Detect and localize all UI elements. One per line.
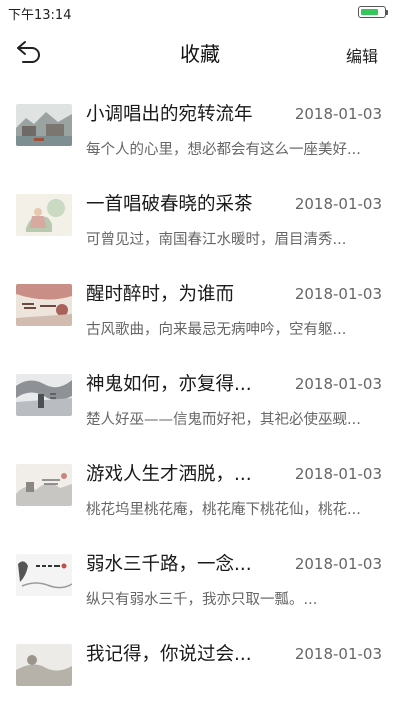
battery-cap <box>386 10 388 15</box>
item-date: 2018-01-03 <box>294 555 382 573</box>
item-title: 神鬼如何，亦复得... <box>86 374 252 395</box>
thumbnail-image <box>16 644 72 686</box>
item-description: 桃花坞里桃花庵，桃花庵下桃花仙，桃花... <box>86 502 361 518</box>
status-bar: 下午13:14 <box>0 0 400 24</box>
list-item[interactable]: 小调唱出的宛转流年 2018-01-03 每个人的心里，想必都会有这么一座美好.… <box>0 84 400 174</box>
battery-icon <box>358 6 386 18</box>
item-date: 2018-01-03 <box>294 105 382 123</box>
item-title: 小调唱出的宛转流年 <box>86 104 253 125</box>
item-date: 2018-01-03 <box>294 465 382 483</box>
item-title: 游戏人生才洒脱，... <box>86 464 252 485</box>
item-date: 2018-01-03 <box>294 195 382 213</box>
item-date: 2018-01-03 <box>294 285 382 303</box>
item-description: 纵只有弱水三千，我亦只取一瓢。... <box>86 592 318 608</box>
thumbnail-image <box>16 554 72 596</box>
list-item[interactable]: 一首唱破春晓的采茶 2018-01-03 可曾见过，南国春江水暖时，眉目清秀..… <box>0 174 400 264</box>
thumbnail-image <box>16 104 72 146</box>
thumbnail-image <box>16 464 72 506</box>
item-description: 每个人的心里，想必都会有这么一座美好... <box>86 142 361 158</box>
item-date: 2018-01-03 <box>294 645 382 663</box>
edit-button[interactable]: 编辑 <box>346 43 378 67</box>
page-title: 收藏 <box>180 42 220 66</box>
nav-bar: 收藏 编辑 <box>0 24 400 80</box>
item-description: 可曾见过，南国春江水暖时，眉目清秀... <box>86 232 347 248</box>
item-title: 我记得，你说过会... <box>86 644 252 665</box>
item-title: 醒时醉时，为谁而 <box>86 284 235 305</box>
thumbnail-image <box>16 374 72 416</box>
item-date: 2018-01-03 <box>294 375 382 393</box>
thumbnail-image <box>16 194 72 236</box>
list-item[interactable]: 醒时醉时，为谁而 2018-01-03 古风歌曲，向来最忌无病呻吟，空有躯... <box>0 264 400 354</box>
thumbnail-image <box>16 284 72 326</box>
list-item[interactable]: 我记得，你说过会... 2018-01-03 <box>0 624 400 714</box>
item-title: 一首唱破春晓的采茶 <box>86 194 253 215</box>
battery-level <box>361 9 378 15</box>
list-item[interactable]: 神鬼如何，亦复得... 2018-01-03 楚人好巫——信鬼而好祀，其祀必使巫… <box>0 354 400 444</box>
list-item[interactable]: 游戏人生才洒脱，... 2018-01-03 桃花坞里桃花庵，桃花庵下桃花仙，桃… <box>0 444 400 534</box>
item-description: 古风歌曲，向来最忌无病呻吟，空有躯... <box>86 322 347 338</box>
status-time: 下午13:14 <box>8 8 72 23</box>
list-item[interactable]: 弱水三千路，一念... 2018-01-03 纵只有弱水三千，我亦只取一瓢。..… <box>0 534 400 624</box>
item-title: 弱水三千路，一念... <box>86 554 252 575</box>
item-description: 楚人好巫——信鬼而好祀，其祀必使巫觋... <box>86 412 361 428</box>
